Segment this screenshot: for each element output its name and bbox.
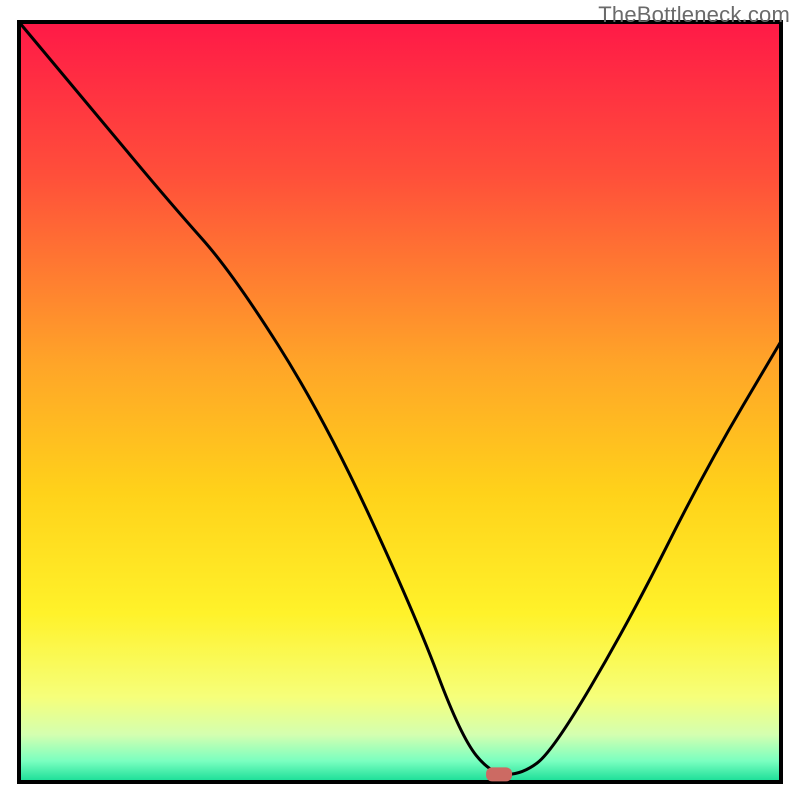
plot-background: [21, 24, 779, 780]
optimal-point-marker: [486, 767, 512, 781]
bottleneck-chart: [0, 0, 800, 800]
chart-container: TheBottleneck.com: [0, 0, 800, 800]
watermark-text: TheBottleneck.com: [598, 2, 790, 28]
